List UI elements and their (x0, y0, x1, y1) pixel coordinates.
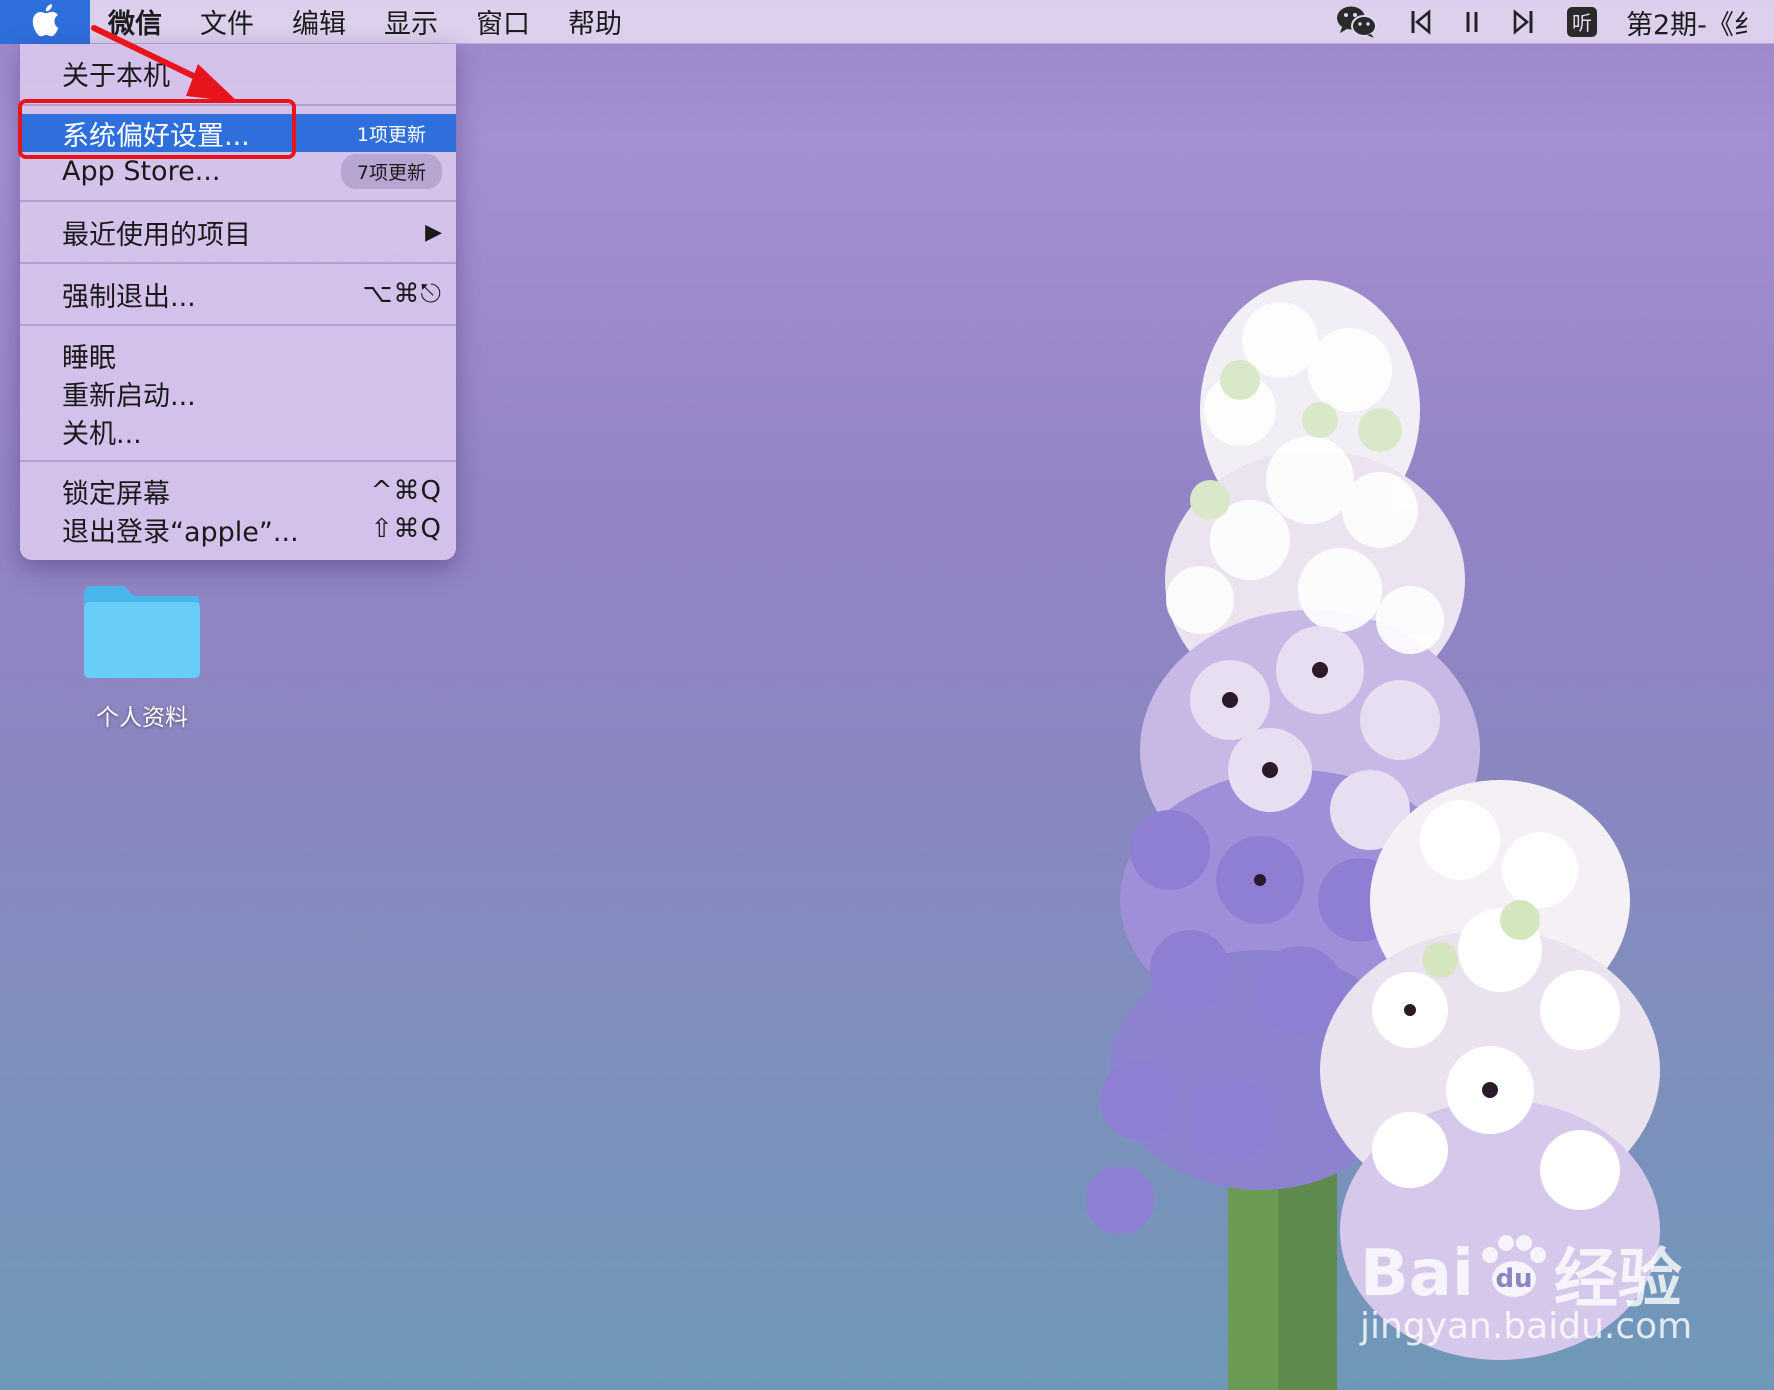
folder-label: 个人资料 (96, 705, 188, 731)
menu-separator (20, 460, 456, 462)
wechat-status-icon[interactable] (1336, 5, 1378, 39)
menu-edit[interactable]: 编辑 (292, 2, 346, 41)
watermark-url: jingyan.baidu.com (1360, 1306, 1693, 1347)
apple-logo-icon (30, 3, 60, 41)
annotation-arrow-icon (90, 22, 250, 116)
desktop-folder[interactable]: 个人资料 (78, 582, 206, 732)
menu-item-restart[interactable]: 重新启动... (20, 374, 456, 412)
menu-view[interactable]: 显示 (384, 2, 438, 41)
shortcut-label: ⇧⌘Q (370, 514, 442, 544)
shortcut-label: ^⌘Q (370, 476, 442, 506)
pause-icon[interactable] (1464, 10, 1480, 34)
menu-item-recent-items[interactable]: 最近使用的项目 ▶ (20, 212, 456, 252)
paw-icon: du (1474, 1231, 1554, 1317)
menu-separator (20, 200, 456, 202)
menu-item-lock-screen[interactable]: 锁定屏幕 ^⌘Q (20, 472, 456, 510)
folder-icon (80, 586, 204, 686)
listen-app-icon[interactable]: 听 (1566, 6, 1598, 38)
submenu-arrow-icon: ▶ (425, 219, 442, 245)
menu-item-shutdown[interactable]: 关机... (20, 412, 456, 450)
next-track-icon[interactable] (1512, 9, 1534, 35)
update-badge: 7项更新 (340, 153, 442, 189)
previous-track-icon[interactable] (1410, 9, 1432, 35)
now-playing-title[interactable]: 第2期-《纟 (1626, 3, 1774, 42)
menu-window[interactable]: 窗口 (476, 2, 530, 41)
menu-item-logout[interactable]: 退出登录“apple”... ⇧⌘Q (20, 510, 456, 548)
update-badge: 1项更新 (356, 123, 426, 146)
svg-text:听: 听 (1572, 11, 1592, 35)
shortcut-label: ⌥⌘⎋ (362, 278, 442, 309)
svg-text:du: du (1495, 1264, 1532, 1294)
menu-help[interactable]: 帮助 (568, 2, 622, 41)
menu-separator (20, 324, 456, 326)
menu-separator (20, 262, 456, 264)
status-bar: 听 第2期-《纟 (1304, 0, 1774, 44)
apple-menu-button[interactable] (0, 0, 90, 44)
watermark-brand: Bai (1360, 1237, 1474, 1311)
wallpaper-flower-image (1080, 250, 1720, 1390)
menu-item-sleep[interactable]: 睡眠 (20, 336, 456, 374)
menu-item-force-quit[interactable]: 强制退出... ⌥⌘⎋ (20, 274, 456, 314)
menu-bar: 微信 文件 编辑 显示 窗口 帮助 听 第2期-《纟 (0, 0, 1774, 44)
